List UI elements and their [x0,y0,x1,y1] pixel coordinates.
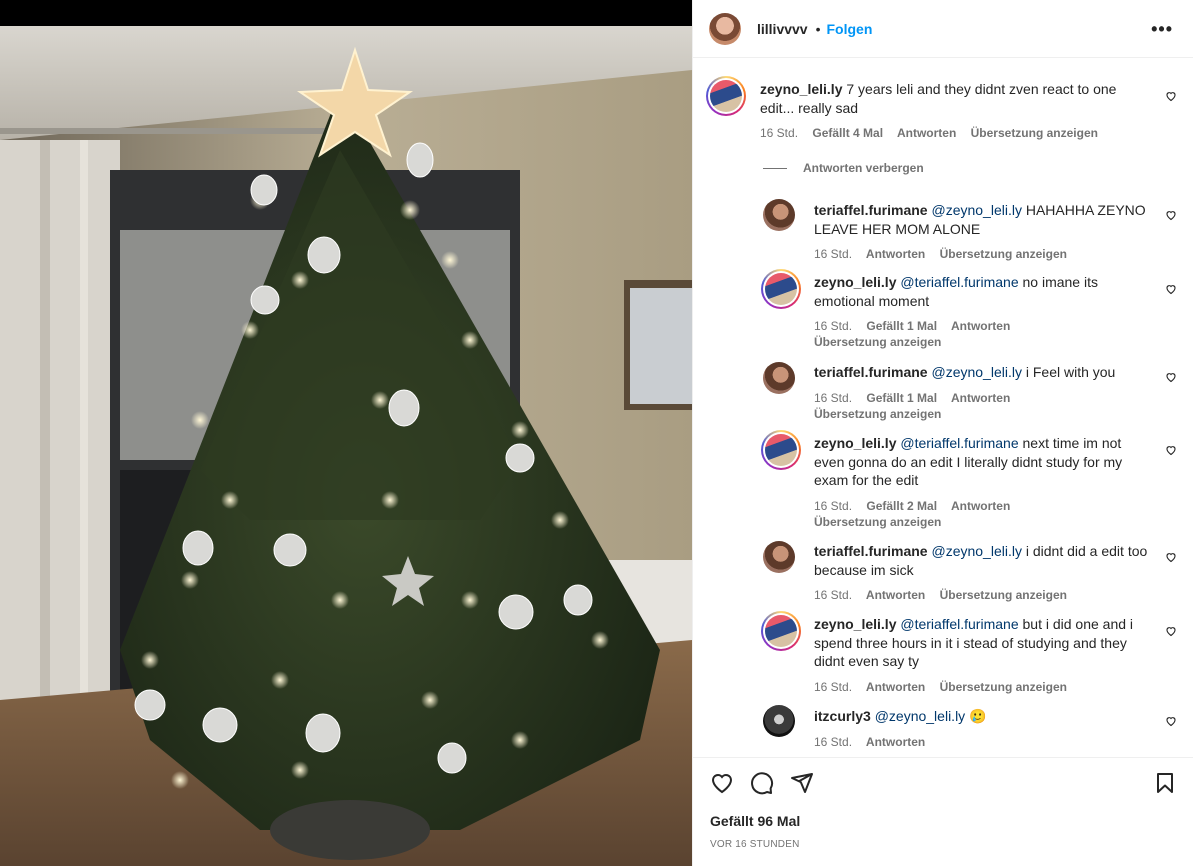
post-timestamp[interactable]: VOR 16 STUNDEN [710,839,800,850]
bookmark-icon[interactable] [1153,771,1177,795]
reply-time[interactable]: 16 Std. [814,588,852,602]
hide-replies-line [763,167,787,169]
story-ring-avatar[interactable] [706,76,746,116]
translate-button[interactable]: Übersetzung anzeigen [971,126,1098,140]
reply-username[interactable]: teriaffel.furimane [814,543,928,559]
reply-time[interactable]: 16 Std. [814,391,852,405]
follow-button[interactable]: Folgen [827,21,873,37]
owner-username[interactable]: lillivvvv [757,21,808,37]
story-ring-avatar[interactable] [761,269,801,309]
reply-time[interactable]: 16 Std. [814,735,852,749]
post-header: lillivvvv • Folgen ••• [693,0,1193,58]
comment-time[interactable]: 16 Std. [760,126,798,140]
reply-meta: 16 Std. Gefällt 1 Mal Antworten Übersetz… [814,318,1154,350]
reply-username[interactable]: zeyno_leli.ly [814,274,896,290]
owner-avatar[interactable] [709,12,741,45]
translate-button[interactable]: Übersetzung anzeigen [940,247,1067,261]
reply-username[interactable]: zeyno_leli.ly [814,435,896,451]
translate-button[interactable]: Übersetzung anzeigen [940,588,1067,602]
reply-mention[interactable]: @teriaffel.furimane [900,616,1018,632]
like-heart-icon[interactable] [710,771,734,795]
reply-avatar[interactable] [763,199,795,231]
post-actions-bar [693,757,1193,807]
comment-meta: 16 Std. Gefällt 4 Mal Antworten Übersetz… [760,125,1150,141]
heart-icon[interactable] [1165,625,1177,637]
reply-button[interactable]: Antworten [866,680,925,694]
heart-icon[interactable] [1165,209,1177,221]
reply-mention[interactable]: @zeyno_leli.ly [875,708,965,724]
reply-button[interactable]: Antworten [866,735,925,749]
reply-likes[interactable]: Gefällt 1 Mal [866,319,937,333]
reply-meta: 16 Std. Antworten Übersetzung anzeigen [814,679,1154,695]
reply-meta: 16 Std. Antworten Übersetzung anzeigen [814,246,1154,262]
reply-avatar[interactable] [763,362,795,394]
reply-button[interactable]: Antworten [951,319,1010,333]
hide-replies-button[interactable]: Antworten verbergen [763,161,924,175]
translate-button[interactable]: Übersetzung anzeigen [814,515,941,529]
reply-likes[interactable]: Gefällt 2 Mal [866,499,937,513]
separator-dot: • [815,20,821,37]
reply-emoji: 🥲 [969,708,987,724]
reply-avatar[interactable] [763,705,795,737]
reply-time[interactable]: 16 Std. [814,499,852,513]
reply-mention[interactable]: @teriaffel.furimane [900,435,1018,451]
reply-time[interactable]: 16 Std. [814,680,852,694]
reply-text: i Feel with you [1025,364,1116,380]
reply-mention[interactable]: @teriaffel.furimane [900,274,1018,290]
reply-meta: 16 Std. Antworten [814,734,1154,750]
reply-button[interactable]: Antworten [951,391,1010,405]
reply-avatar[interactable] [763,541,795,573]
reply-username[interactable]: zeyno_leli.ly [814,616,896,632]
story-ring-avatar[interactable] [761,611,801,651]
heart-icon[interactable] [1165,283,1177,295]
hide-replies-label: Antworten verbergen [803,161,924,175]
translate-button[interactable]: Übersetzung anzeigen [814,335,941,349]
reply-meta: 16 Std. Antworten Übersetzung anzeigen [814,587,1154,603]
comment-likes[interactable]: Gefällt 4 Mal [812,126,883,140]
reply-button[interactable]: Antworten [866,588,925,602]
reply-likes[interactable]: Gefällt 1 Mal [866,391,937,405]
reply-time[interactable]: 16 Std. [814,247,852,261]
reply-time[interactable]: 16 Std. [814,319,852,333]
reply-button[interactable]: Antworten [951,499,1010,513]
reply-meta: 16 Std. Gefällt 1 Mal Antworten Übersetz… [814,390,1154,422]
more-options-icon[interactable]: ••• [1151,19,1173,40]
heart-icon[interactable] [1165,551,1177,563]
reply-username[interactable]: teriaffel.furimane [814,202,928,218]
comment-username[interactable]: zeyno_leli.ly [760,81,842,97]
reply-username[interactable]: teriaffel.furimane [814,364,928,380]
heart-icon[interactable] [1165,371,1177,383]
reply-username[interactable]: itzcurly3 [814,708,871,724]
story-ring-avatar[interactable] [761,430,801,470]
share-icon[interactable] [790,771,814,795]
reply-button[interactable]: Antworten [866,247,925,261]
heart-icon[interactable] [1165,444,1177,456]
christmas-tree-image [0,0,692,866]
comments-list[interactable]: zeyno_leli.ly 7 years leli and they didn… [693,59,1193,756]
post-photo[interactable] [0,0,692,866]
heart-icon[interactable] [1165,715,1177,727]
reply-button[interactable]: Antworten [897,126,956,140]
reply-mention[interactable]: @zeyno_leli.ly [931,202,1021,218]
reply-mention[interactable]: @zeyno_leli.ly [931,364,1021,380]
post-side-panel: lillivvvv • Folgen ••• zeyno_leli.ly 7 y… [692,0,1193,866]
comment-icon[interactable] [750,771,774,795]
likes-count[interactable]: Gefällt 96 Mal [710,813,800,829]
reply-meta: 16 Std. Gefällt 2 Mal Antworten Übersetz… [814,498,1154,530]
translate-button[interactable]: Übersetzung anzeigen [814,407,941,421]
translate-button[interactable]: Übersetzung anzeigen [940,680,1067,694]
heart-icon[interactable] [1165,90,1177,102]
reply-mention[interactable]: @zeyno_leli.ly [931,543,1021,559]
